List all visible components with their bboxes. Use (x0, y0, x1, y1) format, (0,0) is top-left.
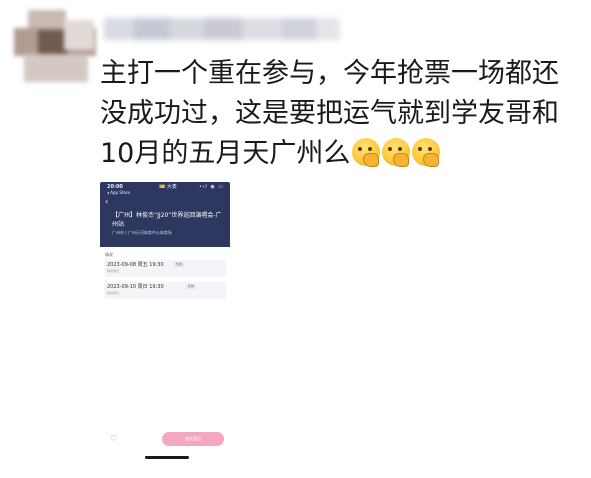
post-text: 主打一个重在参与，今年抢票一场都还 没成功过，这是要把运气就到学友哥和 10月的… (100, 54, 580, 174)
screenshot-header: 20:00 ◂ App Store 🎫 大麦 •ıl ◉ ▭ ‹ 【广州】林俊杰… (100, 182, 230, 247)
post-text-line: 10月的五月天广州么 (100, 134, 580, 174)
session-option: 2023-09-08 周五 19:30 缺货登记 售罄 (104, 260, 226, 277)
session-status-tag: 售罄 (174, 262, 185, 267)
thinking-face-icon (352, 138, 381, 167)
event-venue: 广州市 | 广州天河体育中心体育场 (112, 230, 172, 235)
session-option: 2023-09-10 周日 19:30 缺货登记 售罄 (104, 282, 226, 299)
session-status-tag: 售罄 (186, 284, 197, 289)
session-label: 场次 (105, 252, 113, 257)
status-indicators: •ıl ◉ ▭ (199, 184, 224, 190)
session-subtext: 缺货登记 (107, 291, 120, 295)
screenshot-bottom-bar: ♡ 缺货登记 (100, 428, 230, 452)
session-date: 2023-09-10 周日 19:30 (107, 284, 164, 290)
session-date: 2023-09-08 周五 19:30 (107, 262, 164, 268)
home-indicator (145, 456, 189, 459)
status-bar: 20:00 ◂ App Store 🎫 大麦 •ıl ◉ ▭ (104, 184, 226, 196)
username-blurred[interactable] (104, 12, 340, 46)
heart-icon: ♡ (110, 434, 118, 443)
thinking-face-icon (412, 138, 441, 167)
thinking-face-icon (382, 138, 411, 167)
status-back-to-store: ◂ App Store (107, 190, 130, 195)
register-button: 缺货登记 (162, 432, 224, 446)
screenshot-body: 场次 2023-09-08 周五 19:30 缺货登记 售罄 2023-09-1… (100, 247, 230, 332)
session-subtext: 缺货登记 (107, 269, 120, 273)
event-title: 【广州】林俊杰“JJ20”世界巡回演唱会-广州站 (112, 212, 222, 228)
status-app-name: 🎫 大麦 (159, 184, 177, 190)
attached-screenshot[interactable]: 20:00 ◂ App Store 🎫 大麦 •ıl ◉ ▭ ‹ 【广州】林俊杰… (100, 182, 230, 332)
back-arrow-icon: ‹ (105, 197, 109, 206)
post-text-line: 没成功过，这是要把运气就到学友哥和 (100, 98, 559, 129)
post-text-line-content: 10月的五月天广州么 (100, 138, 351, 169)
post-text-line: 主打一个重在参与，今年抢票一场都还 (100, 58, 559, 89)
avatar[interactable] (14, 10, 96, 84)
